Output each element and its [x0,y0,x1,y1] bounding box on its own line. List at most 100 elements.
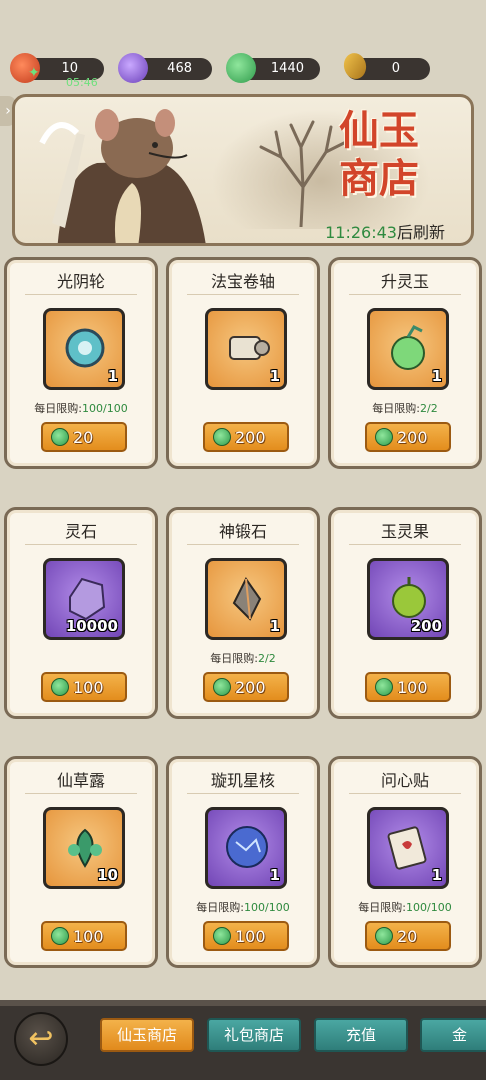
daily-limit-value: 100/100 [82,402,128,415]
daily-limit-label: 每日限购: [196,901,244,914]
gold-counter[interactable]: 0 [341,50,430,82]
buy-button[interactable]: 20 [41,422,127,452]
buy-button[interactable]: 200 [203,422,289,452]
daily-limit: 每日限购:2/2 [169,650,317,666]
item-price: 100 [397,678,428,697]
item-icon-slot[interactable]: 1 [43,308,125,390]
item-name: 神锻石 [218,522,267,541]
gold-value: 0 [391,61,400,76]
shop-item-card[interactable]: 神锻石 1 每日限购:2/2 200 [166,507,320,719]
item-price: 100 [73,678,104,697]
name-divider [349,793,461,794]
item-name: 璇玑星核 [210,771,275,790]
nav-divider [0,1000,486,1006]
daily-limit-label: 每日限购: [210,652,258,665]
jade-coin-icon [375,678,393,696]
crystal-counter[interactable]: 468 [118,53,212,83]
back-arrow-icon[interactable]: ↩ [14,1012,68,1066]
jade-coin-icon [213,678,231,696]
name-divider [25,793,137,794]
item-icon-slot[interactable]: 10000 [43,558,125,640]
shop-item-card[interactable]: 灵石 10000 100 [4,507,158,719]
item-name: 法宝卷轴 [210,272,275,291]
name-divider [187,544,299,545]
jade-counter[interactable]: 1440 [226,53,320,83]
stamina-counter[interactable]: 10 05:46 [10,53,104,89]
stamina-value: 10 [61,61,78,76]
item-icon-slot[interactable]: 1 [205,807,287,889]
name-divider [187,294,299,295]
stamina-icon [10,53,40,83]
shop-item-card[interactable]: 璇玑星核 1 每日限购:100/100 100 [166,756,320,968]
shop-title-line2: 商店 [339,155,419,202]
shop-item-card[interactable]: 问心贴 1 每日限购:100/100 20 [328,756,482,968]
jade-coin-icon [375,927,393,945]
item-price: 100 [235,927,266,946]
item-icon-slot[interactable]: 200 [367,558,449,640]
gold-bar-icon [341,50,369,82]
item-art-icon [232,577,262,621]
shop-banner: 仙玉 商店 11:26:43后刷新 [12,94,474,246]
shop-item-card[interactable]: 法宝卷轴 1 200 [166,257,320,469]
buy-button[interactable]: 100 [365,672,451,702]
buy-button[interactable]: 20 [365,921,451,951]
refresh-countdown: 11:26:43 [325,223,397,242]
item-icon-slot[interactable]: 1 [205,558,287,640]
buy-button[interactable]: 200 [203,672,289,702]
name-divider [25,294,137,295]
item-name: 升灵玉 [380,272,429,291]
daily-limit-value: 2/2 [258,652,276,665]
item-count: 1 [269,866,280,884]
item-count: 200 [410,617,442,635]
daily-limit: 每日限购:2/2 [331,400,479,416]
crystal-value: 468 [167,61,192,76]
refresh-label: 后刷新 [396,223,445,242]
jade-coin-icon [51,428,69,446]
merchant-rat-character [39,109,206,243]
buy-button[interactable]: 100 [41,672,127,702]
jade-coin-icon [226,53,256,83]
item-count: 1 [431,367,442,385]
item-icon-slot[interactable]: 1 [367,308,449,390]
item-icon-slot[interactable]: 1 [205,308,287,390]
jade-value: 1440 [270,61,304,76]
name-divider [187,793,299,794]
buy-button[interactable]: 200 [365,422,451,452]
item-name: 玉灵果 [380,522,429,541]
daily-limit: 每日限购:100/100 [169,899,317,915]
buy-button[interactable]: 100 [203,921,289,951]
daily-limit-value: 2/2 [420,402,438,415]
item-count: 1 [269,617,280,635]
jade-coin-icon [213,428,231,446]
jade-coin-icon [51,678,69,696]
buy-button[interactable]: 100 [41,921,127,951]
name-divider [349,544,461,545]
shop-item-card[interactable]: 光阴轮 1 每日限购:100/100 20 [4,257,158,469]
tab-gift-shop[interactable]: 礼包商店 [207,1018,301,1052]
bottom-nav: ↩ 仙玉商店 礼包商店 充值 金 [0,1000,486,1080]
tab-recharge[interactable]: 充值 [314,1018,408,1052]
purple-crystal-icon [118,53,148,83]
item-icon-slot[interactable]: 1 [367,807,449,889]
daily-limit-value: 100/100 [244,901,290,914]
shop-title-line1: 仙玉 [339,107,419,154]
item-icon-slot[interactable]: 10 [43,807,125,889]
daily-limit-label: 每日限购: [372,402,420,415]
name-divider [25,544,137,545]
daily-limit-label: 每日限购: [34,402,82,415]
shop-item-card[interactable]: 仙草露 10 100 [4,756,158,968]
item-price: 200 [397,428,428,447]
shop-item-card[interactable]: 升灵玉 1 每日限购:2/2 200 [328,257,482,469]
item-art-icon [229,336,270,360]
item-count: 1 [269,367,280,385]
item-name: 灵石 [64,522,97,541]
item-name: 问心贴 [380,771,429,790]
tab-gold-shop[interactable]: 金 [420,1018,486,1052]
tab-jade-shop[interactable]: 仙玉商店 [100,1018,194,1052]
jade-coin-icon [213,927,231,945]
item-price: 20 [397,927,418,946]
jade-coin-icon [375,428,393,446]
item-art-icon [65,328,105,368]
shop-item-card[interactable]: 玉灵果 200 100 [328,507,482,719]
daily-limit-value: 100/100 [406,901,452,914]
